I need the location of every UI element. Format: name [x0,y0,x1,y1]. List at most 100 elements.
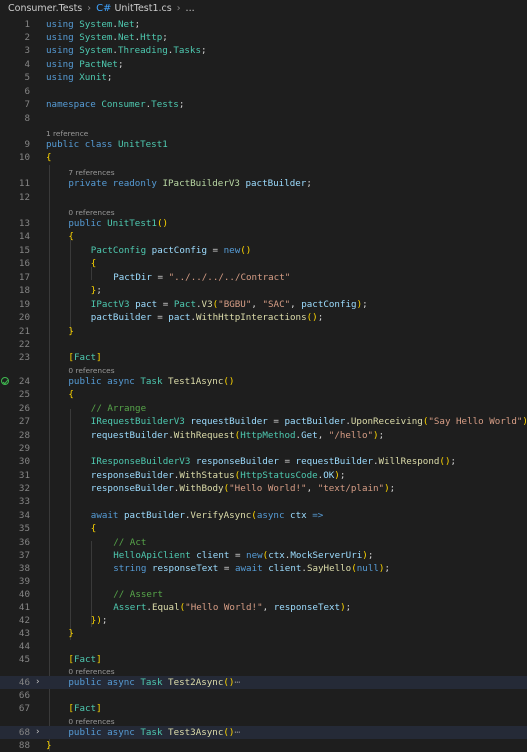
folded-region-ellipsis[interactable]: ⋯ [234,677,240,688]
code-text[interactable]: } [68,325,74,338]
line-number: 42 [18,615,30,626]
code-text[interactable]: // Arrange [91,402,146,415]
line-number: 33 [18,496,30,507]
line-number: 37 [18,550,30,561]
code-text[interactable]: namespace Consumer.Tests; [46,98,184,111]
code-line: 31 responseBuilder.WithStatus(HttpStatusC… [0,469,527,482]
code-line: 14 { [0,230,527,243]
line-number: 7 [24,99,30,110]
line-number: 34 [18,510,30,521]
code-text[interactable]: public UnitTest1() [68,217,168,230]
code-text[interactable]: [Fact] [68,702,101,715]
line-number: 5 [24,72,30,83]
code-text[interactable]: } [46,739,52,752]
code-line: 68 › public async Task Test3Async()⋯ [0,726,527,739]
code-text[interactable]: using System.Threading.Tasks; [46,44,207,57]
code-text[interactable]: { [68,388,74,401]
code-text[interactable]: public async Task Test3Async()⋯ [68,726,240,739]
code-line: 2 using System.Net.Http; [0,31,527,44]
code-text[interactable]: pactBuilder = pact.WithHttpInteractions(… [91,311,323,324]
code-line: 20 pactBuilder = pact.WithHttpInteraction… [0,311,527,324]
code-line: 5 using Xunit; [0,71,527,84]
code-line: 8 [0,112,527,125]
code-line: 7 namespace Consumer.Tests; [0,98,527,111]
code-text[interactable]: public class UnitTest1 [46,138,168,151]
code-text[interactable]: }); [91,614,108,627]
code-text[interactable]: IResponseBuilderV3 responseBuilder = req… [91,455,456,468]
code-text[interactable]: Assert.Equal("Hello World!", responseTex… [113,601,351,614]
line-number: 39 [18,576,30,587]
line-number: 88 [18,740,30,751]
line-number: 17 [18,272,30,283]
code-line: 29 [0,442,527,455]
code-text[interactable]: using System.Net; [46,18,140,31]
line-number: 28 [18,430,30,441]
line-number: 25 [18,389,30,400]
editor-window: { "breadcrumb": { "project": "Consumer.T… [0,0,527,752]
code-text[interactable]: public async Task Test1Async() [68,375,234,388]
code-text[interactable]: [Fact] [68,351,101,364]
code-text[interactable]: HelloApiClient client = new(ctx.MockServ… [113,549,373,562]
code-text[interactable]: using System.Net.Http; [46,31,168,44]
folded-region-ellipsis[interactable]: ⋯ [234,727,240,738]
code-line: 12 [0,191,527,204]
code-text[interactable]: IRequestBuilderV3 requestBuilder = pactB… [91,415,527,428]
code-line: 1 using System.Net; [0,18,527,31]
code-text[interactable]: PactConfig pactConfig = new() [91,244,252,257]
code-editor[interactable]: 1 using System.Net; 2 using System.Net.Http… [0,17,527,752]
line-number: 21 [18,326,30,337]
line-number: 45 [18,654,30,665]
code-line: 27 IRequestBuilderV3 requestBuilder = pac… [0,415,527,428]
code-text[interactable]: responseBuilder.WithStatus(HttpStatusCod… [91,469,346,482]
code-text[interactable]: { [46,151,52,164]
code-line: 23 [Fact] [0,351,527,364]
code-text[interactable]: string responseText = await client.SayHe… [113,562,390,575]
code-line: 32 responseBuilder.WithBody("Hello World!… [0,482,527,495]
chevron-right-icon: › [87,3,92,14]
code-text[interactable]: }; [91,284,102,297]
code-line: 38 string responseText = await client.Say… [0,562,527,575]
code-text[interactable]: IPactV3 pact = Pact.V3("BGBU", "SAC", pa… [91,298,368,311]
code-line: 37 HelloApiClient client = new(ctx.MockSe… [0,549,527,562]
line-number: 43 [18,628,30,639]
chevron-right-icon[interactable]: › [35,676,40,689]
code-text[interactable]: PactDir = "../../../../Contract" [113,271,290,284]
code-text[interactable]: requestBuilder.WithRequest(HttpMethod.Ge… [91,429,384,442]
line-number: 36 [18,537,30,548]
code-text[interactable]: using PactNet; [46,58,124,71]
line-number: 8 [24,113,30,124]
code-line: 43} [0,627,527,640]
code-text[interactable]: public async Task Test2Async()⋯ [68,676,240,689]
breadcrumb-file[interactable]: UnitTest1.cs [114,3,171,14]
breadcrumb-more[interactable]: ... [186,3,195,14]
code-text[interactable]: [Fact] [68,653,101,666]
line-number: 10 [18,152,30,163]
code-line: 21} [0,325,527,338]
code-text[interactable]: await pactBuilder.VerifyAsync(async ctx … [91,509,323,522]
line-number: 67 [18,703,30,714]
code-line: 11 private readonly IPactBuilderV3 pactBu… [0,177,527,190]
code-line: 46 › public async Task Test2Async()⋯ [0,676,527,689]
line-number: 35 [18,523,30,534]
code-text[interactable]: // Assert [113,588,163,601]
code-text[interactable]: using Xunit; [46,71,112,84]
chevron-right-icon[interactable]: › [35,726,40,739]
code-line: 40 // Assert [0,588,527,601]
test-passed-icon[interactable] [1,377,9,385]
code-text[interactable]: responseBuilder.WithBody("Hello World!",… [91,482,395,495]
code-text[interactable]: { [68,230,74,243]
line-number: 20 [18,312,30,323]
code-text[interactable]: { [91,522,97,535]
line-number: 26 [18,403,30,414]
code-line: 42}); [0,614,527,627]
code-text[interactable]: } [68,627,74,640]
code-line: 67 [Fact] [0,702,527,715]
line-number: 4 [24,59,30,70]
code-text[interactable]: { [91,257,97,270]
code-text[interactable]: private readonly IPactBuilderV3 pactBuil… [68,177,312,190]
line-number: 66 [18,690,30,701]
code-line: 19 IPactV3 pact = Pact.V3("BGBU", "SAC", … [0,298,527,311]
breadcrumb: Consumer.Tests › C# UnitTest1.cs › ... [0,0,527,17]
breadcrumb-project[interactable]: Consumer.Tests [8,3,82,14]
code-text[interactable]: // Act [113,536,146,549]
